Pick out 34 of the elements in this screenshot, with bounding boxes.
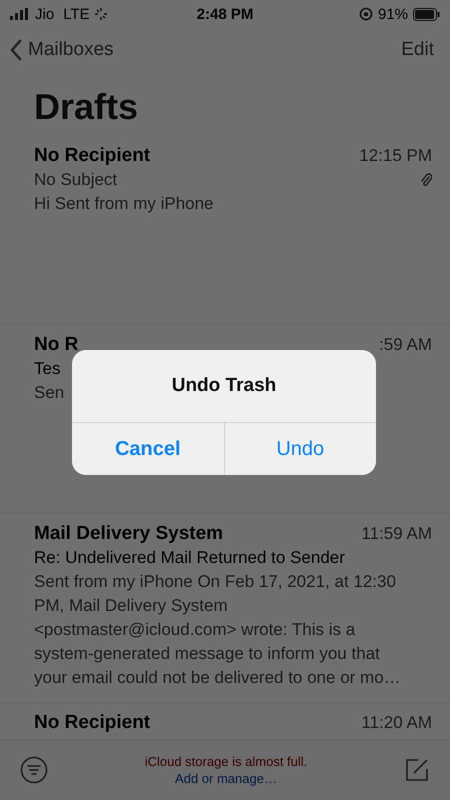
message-time: :59 AM	[379, 334, 432, 356]
sender-name: No Recipient	[34, 711, 150, 735]
signal-icon	[10, 8, 30, 20]
sender-name: Mail Delivery System	[34, 522, 224, 546]
manage-storage-link[interactable]: Add or manage…	[175, 770, 277, 787]
battery-percent: 91%	[378, 6, 408, 22]
message-subject: No Subject	[34, 169, 118, 191]
filter-icon[interactable]	[20, 756, 48, 784]
network-type: LTE	[63, 6, 90, 22]
back-button[interactable]: Mailboxes	[10, 39, 114, 61]
message-row[interactable]: No Recipient 11:20 AM	[0, 703, 450, 735]
sender-name: No R	[34, 333, 78, 357]
chevron-icon	[10, 39, 22, 61]
message-preview: Sen	[34, 382, 66, 404]
message-time: 11:20 AM	[361, 712, 432, 734]
alert-button[interactable]: Undo	[224, 423, 376, 475]
activity-spinner-icon	[94, 8, 107, 20]
edit-button[interactable]: Edit	[401, 39, 434, 61]
message-time: 12:15 PM	[359, 145, 432, 167]
battery-icon	[413, 8, 440, 20]
message-preview: Hi Sent from my iPhone	[34, 193, 215, 215]
message-row[interactable]: No Recipient 12:15 PM No Subject Hi Sent from my iPhone	[0, 136, 450, 325]
message-subject: Tes	[34, 358, 60, 380]
message-subject: Re: Undelivered Mail Returned to Sender	[34, 547, 345, 569]
compose-icon[interactable]	[404, 757, 430, 783]
message-preview: Sent from my iPhone On Feb 17, 2021, at 12:30 PM, Mail Delivery System <postmaster@icloud.com> wrote: This is a system-generated message to inform you that your email could not be delivered to one or mo…	[34, 571, 402, 689]
sender-name: No Recipient	[34, 144, 150, 168]
clock-time: 2:48 PM	[196, 6, 254, 22]
message-time: 11:59 AM	[361, 523, 432, 545]
carrier-name: Jio	[35, 6, 54, 22]
page-title: Drafts	[34, 85, 140, 129]
storage-warning: iCloud storage is almost full.	[144, 753, 308, 770]
orientation-lock-icon	[358, 7, 373, 21]
alert-title: Undo Trash	[172, 375, 276, 397]
